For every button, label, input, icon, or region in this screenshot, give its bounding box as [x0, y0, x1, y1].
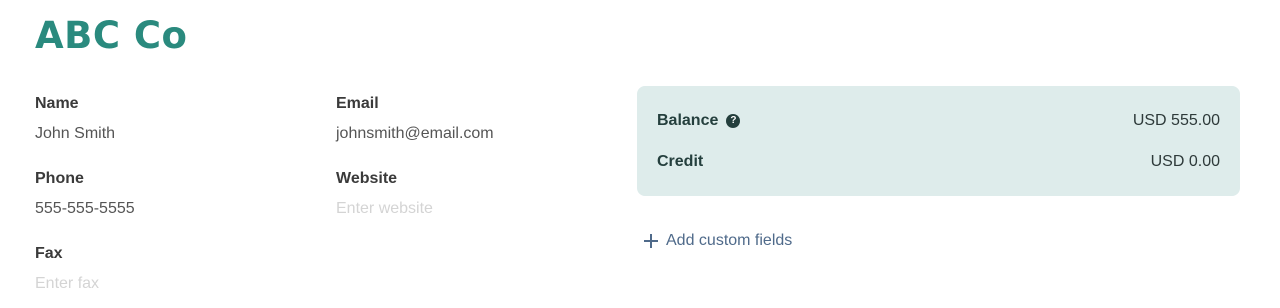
website-field: Website	[336, 169, 596, 219]
website-label: Website	[336, 170, 398, 187]
website-input[interactable]	[336, 199, 586, 219]
balance-card: Balance ? USD 555.00 Credit USD 0.00	[637, 86, 1240, 196]
phone-field: Phone 555-555-5555	[35, 169, 295, 219]
phone-label: Phone	[35, 170, 84, 187]
email-label: Email	[336, 95, 379, 112]
name-value[interactable]: John Smith	[35, 124, 285, 144]
fax-field: Fax	[35, 244, 295, 294]
fax-label: Fax	[35, 245, 63, 262]
balance-row: Balance ? USD 555.00	[657, 110, 1220, 132]
credit-row: Credit USD 0.00	[657, 151, 1220, 173]
email-field: Email johnsmith@email.com	[336, 94, 596, 144]
fax-input[interactable]	[35, 274, 285, 294]
balance-label: Balance	[657, 112, 719, 129]
credit-label: Credit	[657, 153, 704, 170]
name-label: Name	[35, 95, 79, 112]
company-name-title: ABC Co	[35, 14, 188, 57]
name-field: Name John Smith	[35, 94, 295, 144]
add-custom-fields-button[interactable]: Add custom fields	[644, 232, 792, 250]
balance-amount: USD 555.00	[1132, 112, 1220, 129]
balance-label-group: Balance ?	[657, 112, 741, 130]
credit-label-group: Credit	[657, 153, 703, 171]
phone-value[interactable]: 555-555-5555	[35, 199, 285, 219]
help-icon[interactable]: ?	[726, 114, 741, 128]
customer-detail-page: ABC Co Name John Smith Phone 555-555-555…	[0, 0, 1280, 308]
add-custom-fields-label: Add custom fields	[666, 232, 793, 249]
credit-amount: USD 0.00	[1150, 153, 1220, 170]
email-value[interactable]: johnsmith@email.com	[336, 124, 586, 144]
plus-icon	[644, 234, 658, 248]
